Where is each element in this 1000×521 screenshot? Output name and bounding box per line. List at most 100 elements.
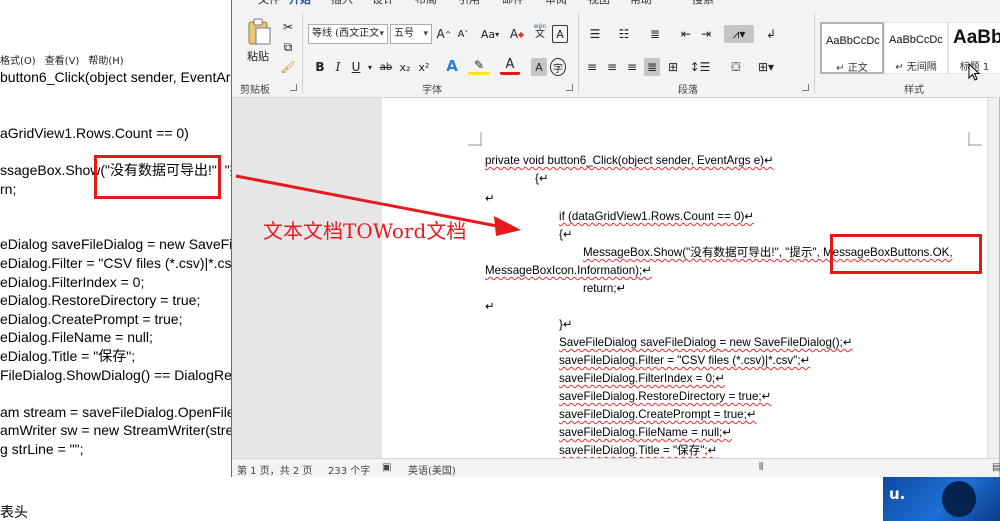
- code-line: aGridView1.Rows.Count == 0): [0, 124, 189, 141]
- code-line: eDialog.FileName = null;: [0, 329, 153, 346]
- font-color-button[interactable]: A: [500, 57, 520, 75]
- superscript-button[interactable]: x²: [416, 58, 432, 76]
- shrink-font-button[interactable]: Aˇ: [454, 25, 472, 43]
- borders-button[interactable]: ⊞▾: [754, 58, 778, 76]
- document-line: saveFileDialog.CreatePrompt = true;↵: [559, 408, 757, 421]
- font-name-combo[interactable]: 等线 (西文正文 ▾: [308, 24, 388, 44]
- word-count[interactable]: 233 个字: [328, 462, 370, 477]
- tab-layout[interactable]: 布局: [415, 0, 437, 7]
- align-center-button[interactable]: ≡: [604, 58, 620, 76]
- focus-mode-icon[interactable]: ⫴: [759, 462, 763, 473]
- shading-button[interactable]: ⛋: [724, 58, 748, 76]
- multilevel-list-icon: ≣: [649, 27, 661, 41]
- style-name: ↵ 正文: [836, 63, 868, 74]
- vertical-scrollbar[interactable]: [989, 98, 999, 458]
- line-spacing-button[interactable]: ↕☰: [688, 58, 712, 76]
- code-line: eDialog.FilterIndex = 0;: [0, 273, 145, 290]
- crop-mark-top-right: [968, 132, 982, 146]
- document-line: private void button6_Click(object sender…: [485, 154, 774, 167]
- menu-help[interactable]: 帮助(H): [88, 52, 123, 68]
- numbering-button[interactable]: ☷: [613, 25, 635, 43]
- sort-button[interactable]: ↲: [762, 25, 780, 43]
- font-name-value: 等线 (西文正文: [312, 28, 380, 39]
- underline-button[interactable]: U: [348, 58, 364, 76]
- document-line: MessageBoxIcon.Information);↵: [485, 264, 652, 277]
- clear-formatting-button[interactable]: A ◆: [508, 25, 526, 43]
- view-layout-icon[interactable]: ▤: [992, 462, 1000, 473]
- enclose-characters-button[interactable]: 字: [550, 58, 566, 76]
- group-label-font: 字体: [422, 85, 442, 96]
- tab-help[interactable]: 帮助: [630, 0, 652, 7]
- distributed-button[interactable]: ⊞: [664, 58, 682, 76]
- document-page[interactable]: private void button6_Click(object sender…: [382, 98, 987, 458]
- tab-insert[interactable]: 插入: [331, 0, 353, 7]
- status-bar: 第 1 页，共 2 页 233 个字 ▣ 英语(美国) ⫴ ▤: [232, 458, 1000, 477]
- grow-font-button[interactable]: A ^: [435, 25, 453, 43]
- italic-button[interactable]: I: [330, 58, 346, 76]
- style-no-spacing[interactable]: AaBbCcDc ↵ 无间隔: [884, 22, 948, 74]
- document-line: ↵: [485, 300, 495, 313]
- decrease-indent-button[interactable]: ⇤: [678, 25, 694, 43]
- subscript-button[interactable]: x₂: [397, 58, 413, 76]
- notepad-comment-text: 表头: [0, 505, 28, 521]
- font-size-combo[interactable]: 五号 ▾: [390, 24, 432, 44]
- change-case-button[interactable]: Aa ▾: [477, 25, 503, 43]
- tab-home[interactable]: 开始: [289, 0, 311, 7]
- phonetic-guide-button[interactable]: wén 文: [532, 23, 548, 41]
- character-border-label: A: [556, 27, 564, 41]
- menu-view[interactable]: 查看(V): [45, 52, 80, 68]
- desktop-text: u.: [889, 485, 906, 503]
- document-area: private void button6_Click(object sender…: [232, 98, 999, 458]
- decrease-indent-icon: ⇤: [680, 27, 692, 41]
- tab-review[interactable]: 审阅: [545, 0, 567, 7]
- justify-button[interactable]: ≣: [644, 58, 660, 76]
- annotation-label: 文本文档TOWord文档: [263, 219, 467, 243]
- notepad-code-text[interactable]: button6_Click(object sender, EventArgs e…: [0, 68, 232, 458]
- format-painter-button[interactable]: 🖌: [280, 58, 296, 76]
- page-count[interactable]: 第 1 页，共 2 页: [237, 462, 312, 477]
- font-launcher-icon[interactable]: [566, 84, 573, 91]
- align-left-button[interactable]: ≡: [584, 58, 600, 76]
- align-right-button[interactable]: ≡: [624, 58, 640, 76]
- tab-design[interactable]: 设计: [372, 0, 394, 7]
- chevron-down-icon: ▾: [495, 29, 500, 39]
- copy-button[interactable]: ⧉: [280, 38, 296, 56]
- increase-indent-button[interactable]: ⇥: [698, 25, 714, 43]
- tab-references[interactable]: 引用: [458, 0, 480, 7]
- document-line: {↵: [559, 228, 573, 241]
- paragraph-launcher-icon[interactable]: [802, 84, 809, 91]
- distributed-icon: ⊞: [667, 60, 679, 74]
- bold-button[interactable]: B: [312, 58, 328, 76]
- highlight-color-button[interactable]: ✎: [468, 57, 490, 75]
- multilevel-list-button[interactable]: ≣: [644, 25, 666, 43]
- bullets-button[interactable]: ☰: [584, 25, 606, 43]
- character-border-button[interactable]: A: [552, 25, 568, 43]
- menu-format[interactable]: 格式(O): [0, 52, 36, 68]
- text-effects-button[interactable]: A: [442, 57, 462, 75]
- code-line: button6_Click(object sender, EventArgs e…: [0, 69, 232, 85]
- tab-view[interactable]: 视图: [588, 0, 610, 7]
- group-separator: [814, 12, 815, 94]
- group-separator: [302, 12, 303, 94]
- character-shading-button[interactable]: A: [531, 58, 547, 76]
- proofing-icon[interactable]: ▣: [382, 462, 391, 473]
- chevron-down-icon: ▾: [423, 29, 428, 39]
- tab-mailings[interactable]: 邮件: [502, 0, 524, 7]
- cut-button[interactable]: ✂: [280, 18, 296, 36]
- chinese-layout-button[interactable]: ⩘▾: [724, 25, 754, 43]
- style-normal[interactable]: AaBbCcDc ↵ 正文: [820, 22, 884, 74]
- language-indicator[interactable]: 英语(美国): [408, 462, 456, 477]
- clipboard-launcher-icon[interactable]: [290, 84, 297, 91]
- tab-search[interactable]: 搜索: [692, 0, 714, 7]
- chinese-layout-icon: ⩘▾: [732, 26, 746, 41]
- tab-file[interactable]: 文件: [258, 0, 280, 7]
- strikethrough-button[interactable]: ab: [377, 58, 395, 76]
- document-line: saveFileDialog.FilterIndex = 0;↵: [559, 372, 725, 385]
- underline-dropdown-icon[interactable]: ▾: [366, 58, 374, 76]
- copy-icon: ⧉: [283, 39, 293, 54]
- code-line: eDialog.RestoreDirectory = true;: [0, 292, 201, 309]
- paste-button[interactable]: 粘贴: [242, 18, 276, 70]
